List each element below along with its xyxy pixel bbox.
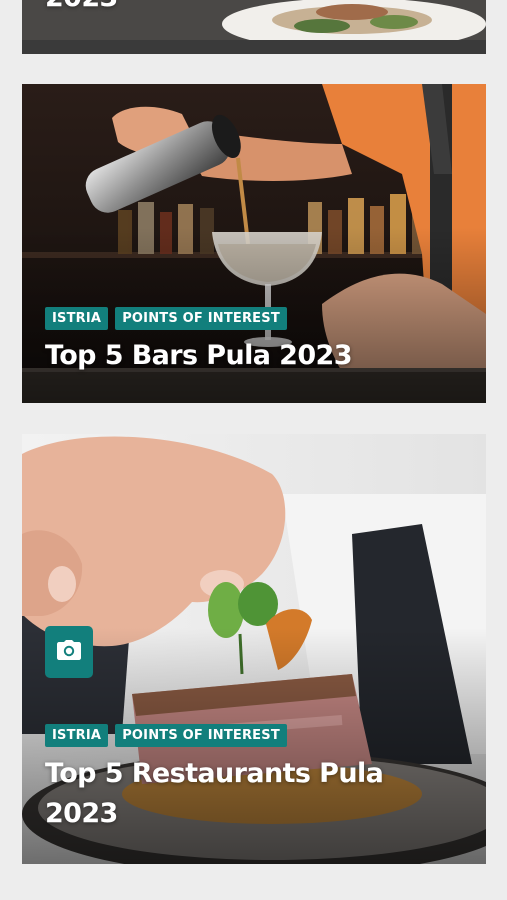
- tag-istria[interactable]: ISTRIA: [45, 724, 109, 747]
- article-card[interactable]: ISTRIA POINTS OF INTEREST Top 5 Bars Pul…: [22, 84, 486, 403]
- tag-list: ISTRIA POINTS OF INTEREST: [45, 724, 287, 747]
- article-title[interactable]: 2023: [45, 0, 436, 18]
- article-title[interactable]: Top 5 Restaurants Pula 2023: [45, 754, 436, 834]
- gallery-button[interactable]: [45, 626, 93, 678]
- article-card[interactable]: ISTRIA POINTS OF INTEREST Top 5 Restaura…: [22, 434, 486, 864]
- tag-list: ISTRIA POINTS OF INTEREST: [45, 307, 287, 330]
- article-title[interactable]: Top 5 Bars Pula 2023: [45, 336, 436, 376]
- tag-points-of-interest[interactable]: POINTS OF INTEREST: [115, 307, 287, 330]
- camera-icon: [57, 640, 81, 664]
- tag-points-of-interest[interactable]: POINTS OF INTEREST: [115, 724, 287, 747]
- tag-istria[interactable]: ISTRIA: [45, 307, 109, 330]
- article-card[interactable]: 2023: [22, 0, 486, 54]
